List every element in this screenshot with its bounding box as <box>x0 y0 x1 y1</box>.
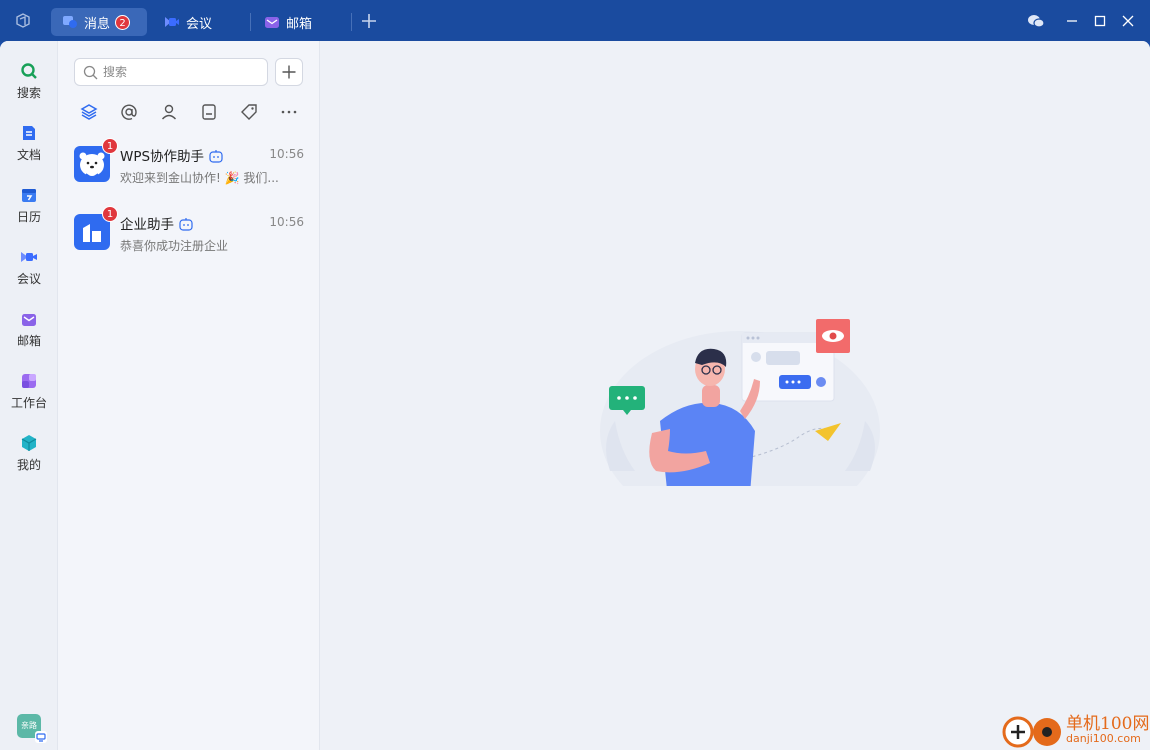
rail-item-mine[interactable]: 我的 <box>0 434 58 490</box>
tab-meeting-label: 会议 <box>186 16 213 32</box>
rail-item-mail[interactable]: 邮箱 <box>0 310 58 366</box>
tab-separator <box>351 13 352 31</box>
bot-icon <box>209 150 223 163</box>
conversation-name: WPS协作助手 <box>120 145 224 165</box>
search-icon <box>21 63 37 79</box>
rail-item-label: 文档 <box>16 148 41 162</box>
watermark: 单机100网 danji100.com <box>1000 706 1150 750</box>
unread-badge: 1 <box>102 138 118 154</box>
tab-separator <box>250 13 251 31</box>
more-icon[interactable] <box>278 101 300 123</box>
maximize-icon[interactable] <box>1090 11 1110 31</box>
bot-icon <box>179 218 193 231</box>
rail-item-label: 我的 <box>16 458 41 472</box>
conversation-preview: 欢迎来到金山协作! 🎉 我们... <box>120 171 279 185</box>
rail-item-workbench[interactable]: 工作台 <box>0 372 58 428</box>
conversation-name: 企业助手 <box>120 213 194 233</box>
left-rail: 搜索 文档 日历 会议 邮箱 工作台 我的 亲路 <box>0 41 58 750</box>
rail-item-meeting[interactable]: 会议 <box>0 248 58 304</box>
mail-icon <box>265 17 279 28</box>
cube-icon <box>21 435 37 451</box>
meeting-icon <box>165 17 179 27</box>
workbench-icon <box>22 374 36 388</box>
search-box[interactable] <box>74 58 268 86</box>
mention-icon[interactable] <box>118 101 140 123</box>
chat-bubbles-icon[interactable] <box>1026 11 1046 31</box>
watermark-title: 单机100网 <box>1066 714 1150 734</box>
search-icon <box>83 65 98 80</box>
conversation-time: 10:56 <box>269 215 304 229</box>
conversation-name-text: WPS协作助手 <box>120 149 205 165</box>
search-input[interactable] <box>103 63 253 81</box>
new-tab-plus-icon[interactable] <box>359 11 379 31</box>
tab-messages[interactable]: 消息 2 <box>51 8 147 36</box>
add-button[interactable] <box>275 58 303 86</box>
title-bar: 消息 2 会议 邮箱 <box>0 0 1150 42</box>
tab-mail[interactable]: 邮箱 <box>262 8 342 36</box>
conversation-item[interactable]: 1 WPS协作助手 10:56 欢迎来到金山协作! 🎉 我们... <box>58 138 320 202</box>
minimize-icon[interactable] <box>1062 11 1082 31</box>
main-window: 搜索 文档 日历 会议 邮箱 工作台 我的 亲路 搜索 1 WPS协作助手 10… <box>0 41 1150 750</box>
rail-item-label: 搜索 <box>16 86 41 100</box>
close-icon[interactable] <box>1118 11 1138 31</box>
message-icon <box>63 16 77 28</box>
content-area <box>320 41 1150 750</box>
rail-item-label: 工作台 <box>10 396 47 410</box>
watermark-logo-icon <box>1002 716 1061 748</box>
watermark-url: danji100.com <box>1066 732 1141 745</box>
rail-item-calendar[interactable]: 日历 <box>0 186 58 242</box>
message-list-panel: 1 WPS协作助手 10:56 欢迎来到金山协作! 🎉 我们... 1 企业助手… <box>58 41 320 750</box>
rail-item-documents[interactable]: 文档 <box>0 124 58 180</box>
rail-item-search[interactable]: 搜索 <box>0 62 58 118</box>
mail-icon <box>22 314 36 326</box>
conversation-preview: 恭喜你成功注册企业 <box>120 239 229 253</box>
conversation-item[interactable]: 1 企业助手 10:56 恭喜你成功注册企业 <box>58 206 320 270</box>
device-icon <box>35 731 47 743</box>
filter-bar <box>78 101 308 123</box>
empty-state-illustration <box>600 319 880 486</box>
document-icon <box>23 126 35 140</box>
all-layers-icon[interactable] <box>78 101 100 123</box>
rail-item-label: 日历 <box>16 210 41 224</box>
calendar-icon <box>22 189 36 202</box>
app-logo-icon[interactable] <box>14 12 32 30</box>
meeting-icon <box>21 252 37 262</box>
tab-messages-badge: 2 <box>115 14 131 30</box>
conversation-time: 10:56 <box>269 147 304 161</box>
doc-icon[interactable] <box>198 101 220 123</box>
conversation-name-text: 企业助手 <box>120 217 174 233</box>
tab-messages-label: 消息 <box>84 16 111 32</box>
tag-icon[interactable] <box>238 101 260 123</box>
rail-item-label: 邮箱 <box>16 334 41 348</box>
rail-item-label: 会议 <box>16 272 41 286</box>
tab-meeting[interactable]: 会议 <box>160 8 240 36</box>
person-icon[interactable] <box>158 101 180 123</box>
tab-mail-label: 邮箱 <box>286 16 313 32</box>
unread-badge: 1 <box>102 206 118 222</box>
